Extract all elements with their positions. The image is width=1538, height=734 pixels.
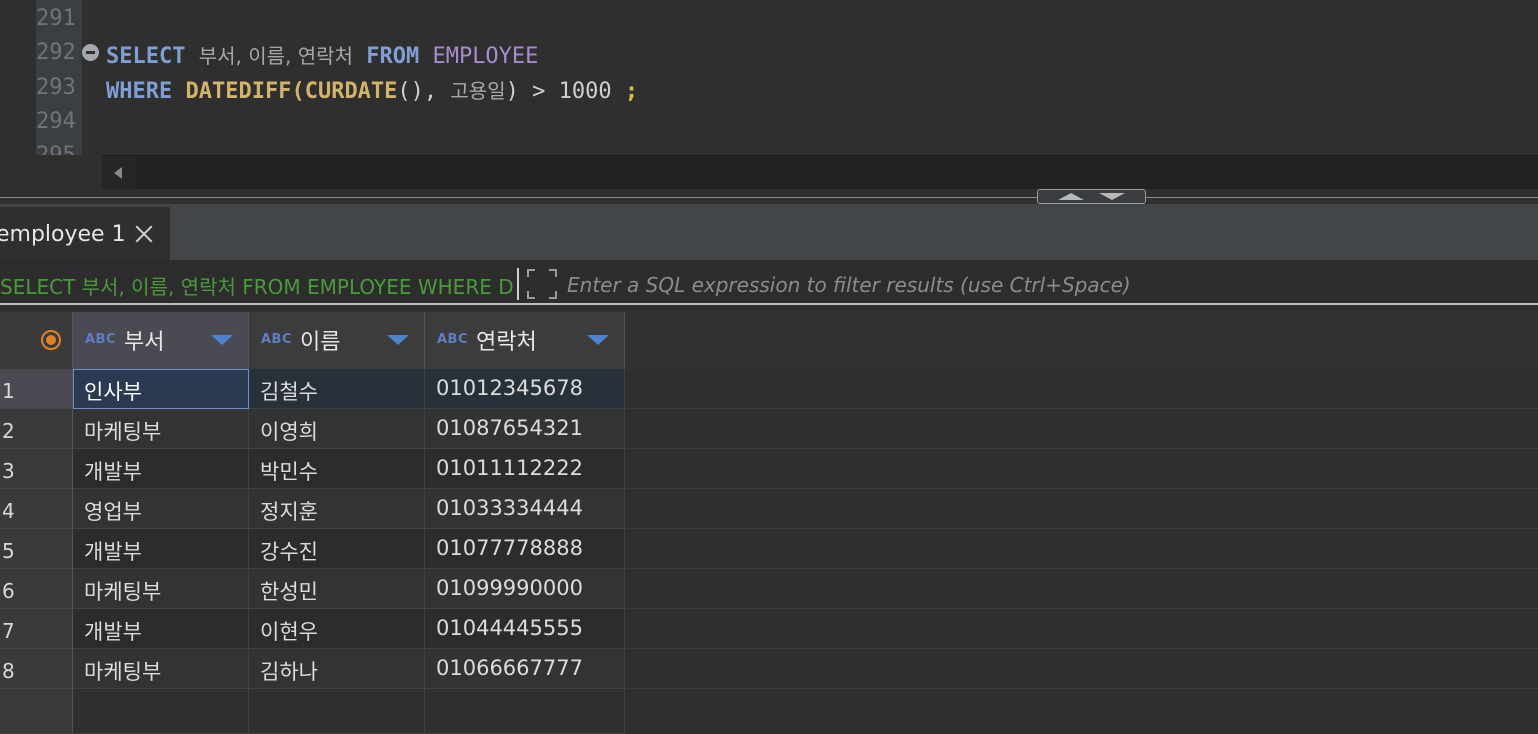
table-row[interactable]: 6 마케팅부 한성민 01099990000 bbox=[0, 569, 1538, 609]
table-name: EMPLOYEE bbox=[432, 44, 539, 69]
keyword-select: SELECT bbox=[106, 44, 186, 69]
row-number[interactable]: 4 bbox=[0, 489, 73, 529]
row-number[interactable]: 2 bbox=[0, 409, 73, 449]
scrollbar-thumb[interactable] bbox=[136, 157, 1538, 189]
function-curdate: CURDATE bbox=[304, 79, 398, 104]
keyword-from: FROM bbox=[366, 44, 420, 69]
filter-bar: SELECT 부서, 이름, 연락처 FROM EMPLOYEE WHERE D… bbox=[0, 260, 1538, 308]
line-number: 292 bbox=[36, 40, 76, 65]
cell-name[interactable]: 한성민 bbox=[249, 569, 425, 609]
horizontal-scrollbar[interactable] bbox=[102, 155, 1538, 189]
cell-name[interactable]: 박민수 bbox=[249, 449, 425, 489]
cell-department[interactable]: 영업부 bbox=[73, 489, 249, 529]
column-menu-icon[interactable] bbox=[387, 335, 409, 345]
cell-contact[interactable]: 01033334444 bbox=[425, 489, 625, 529]
column-title: 연락처 bbox=[476, 330, 537, 355]
line-number: 294 bbox=[36, 109, 76, 134]
code-punctuation: (), bbox=[397, 79, 451, 104]
string-type-icon: ABC bbox=[85, 332, 117, 347]
cell-contact[interactable]: 01066667777 bbox=[425, 649, 625, 689]
column-title: 이름 bbox=[300, 330, 341, 355]
cell-contact[interactable]: 01099990000 bbox=[425, 569, 625, 609]
maximize-up-icon[interactable] bbox=[1058, 193, 1084, 200]
scroll-left-arrow-icon[interactable] bbox=[114, 167, 122, 179]
cell-name[interactable]: 김철수 bbox=[249, 369, 425, 409]
function-datediff: DATEDIFF( bbox=[185, 79, 305, 104]
cell-name[interactable]: 강수진 bbox=[249, 529, 425, 569]
table-row[interactable]: 4 영업부 정지훈 01033334444 bbox=[0, 489, 1538, 529]
row-number[interactable]: 8 bbox=[0, 649, 73, 689]
table-row[interactable]: 3 개발부 박민수 01011112222 bbox=[0, 449, 1538, 489]
row-number[interactable]: 7 bbox=[0, 609, 73, 649]
string-type-icon: ABC bbox=[437, 332, 469, 347]
keyword-where: WHERE bbox=[106, 79, 173, 104]
table-row[interactable]: 5 개발부 강수진 01077778888 bbox=[0, 529, 1538, 569]
column-menu-icon[interactable] bbox=[587, 335, 609, 345]
column-header-contact[interactable]: ABC 연락처 bbox=[425, 312, 625, 369]
cell-name[interactable]: 이현우 bbox=[249, 609, 425, 649]
cell-contact[interactable]: 01011112222 bbox=[425, 449, 625, 489]
line-number: 295 bbox=[36, 143, 76, 155]
statement-terminator: ; bbox=[624, 79, 639, 104]
cell-department[interactable]: 인사부 bbox=[73, 369, 249, 409]
cell-department[interactable]: 개발부 bbox=[73, 529, 249, 569]
table-row[interactable]: 2 마케팅부 이영희 01087654321 bbox=[0, 409, 1538, 449]
grid-corner[interactable] bbox=[0, 312, 73, 369]
column-hire-date: 고용일 bbox=[450, 79, 506, 103]
record-mode-icon[interactable] bbox=[41, 330, 61, 350]
column-title: 부서 bbox=[124, 330, 165, 355]
cell-contact[interactable]: 01077778888 bbox=[425, 529, 625, 569]
column-list: 부서, 이름, 연락처 bbox=[198, 44, 353, 68]
line-number: 291 bbox=[36, 6, 76, 31]
line-number: 293 bbox=[36, 75, 76, 100]
empty-grid-area bbox=[0, 689, 1538, 734]
row-number[interactable]: 5 bbox=[0, 529, 73, 569]
restore-down-icon[interactable] bbox=[1099, 193, 1125, 200]
code-line-293[interactable]: WHERE DATEDIFF(CURDATE(), 고용일) > 1000 ; bbox=[106, 75, 638, 104]
cell-department[interactable]: 개발부 bbox=[73, 609, 249, 649]
cell-contact[interactable]: 01044445555 bbox=[425, 609, 625, 649]
table-row[interactable]: 1 인사부 김철수 01012345678 bbox=[0, 369, 1538, 409]
results-tab-bar: employee 1 bbox=[0, 204, 1538, 260]
tab-employee-1[interactable]: employee 1 bbox=[0, 207, 170, 260]
collapse-block-icon[interactable] bbox=[82, 44, 99, 61]
splitter-handle[interactable] bbox=[1037, 189, 1146, 204]
grid-header: ABC 부서 ABC 이름 ABC 연락처 bbox=[0, 312, 1538, 369]
cell-name[interactable]: 이영희 bbox=[249, 409, 425, 449]
row-number[interactable]: 6 bbox=[0, 569, 73, 609]
column-menu-icon[interactable] bbox=[211, 335, 233, 345]
table-row[interactable]: 7 개발부 이현우 01044445555 bbox=[0, 609, 1538, 649]
string-type-icon: ABC bbox=[261, 332, 293, 347]
column-header-name[interactable]: ABC 이름 bbox=[249, 312, 425, 369]
cell-contact[interactable]: 01012345678 bbox=[425, 369, 625, 409]
close-icon[interactable] bbox=[134, 224, 154, 244]
code-line-292[interactable]: SELECT 부서, 이름, 연락처 FROM EMPLOYEE bbox=[106, 40, 538, 69]
divider bbox=[517, 268, 519, 300]
code-comparison: ) > 1000 bbox=[505, 79, 625, 104]
cell-department[interactable]: 마케팅부 bbox=[73, 649, 249, 689]
cell-department[interactable]: 마케팅부 bbox=[73, 569, 249, 609]
tab-label: employee 1 bbox=[0, 222, 126, 247]
panel-divider bbox=[0, 197, 1538, 198]
expand-filter-icon[interactable] bbox=[527, 269, 557, 299]
line-number-gutter: 291 292 293 294 295 bbox=[36, 0, 82, 155]
cell-department[interactable]: 마케팅부 bbox=[73, 409, 249, 449]
cell-contact[interactable]: 01087654321 bbox=[425, 409, 625, 449]
sql-editor[interactable]: 291 292 293 294 295 SELECT 부서, 이름, 연락처 F… bbox=[0, 0, 1538, 196]
cell-name[interactable]: 김하나 bbox=[249, 649, 425, 689]
column-header-department[interactable]: ABC 부서 bbox=[73, 312, 249, 369]
table-row[interactable]: 8 마케팅부 김하나 01066667777 bbox=[0, 649, 1538, 689]
filter-input[interactable] bbox=[560, 265, 1538, 305]
row-number[interactable]: 1 bbox=[0, 369, 73, 409]
row-number[interactable]: 3 bbox=[0, 449, 73, 489]
cell-name[interactable]: 정지훈 bbox=[249, 489, 425, 529]
result-grid[interactable]: ABC 부서 ABC 이름 ABC 연락처 1 인사부 김철수 01012345… bbox=[0, 305, 1538, 734]
query-echo[interactable]: SELECT 부서, 이름, 연락처 FROM EMPLOYEE WHERE D… bbox=[0, 271, 513, 300]
cell-department[interactable]: 개발부 bbox=[73, 449, 249, 489]
